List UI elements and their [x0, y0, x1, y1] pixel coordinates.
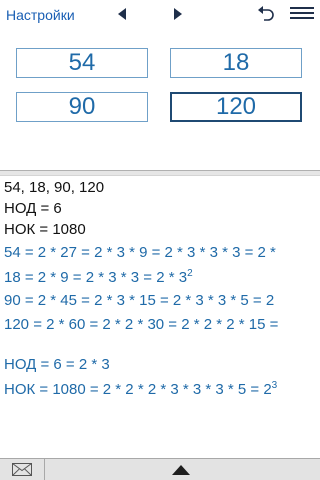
lcm-factorization-exponent: 3 [271, 380, 278, 391]
factorization-54: 54 = 2 * 27 = 2 * 3 * 9 = 2 * 3 * 3 * 3 … [4, 244, 276, 261]
undo-icon[interactable] [256, 5, 276, 23]
number-field-2-value: 18 [222, 49, 250, 76]
number-field-4-value: 120 [215, 93, 257, 120]
settings-link[interactable]: Настройки [6, 7, 75, 23]
number-field-3-value: 90 [68, 93, 96, 120]
lcm-factorization-text: НОК = 1080 = 2 * 2 * 2 * 3 * 3 * 3 * 5 =… [4, 381, 272, 398]
result-gcd: НОД = 6 [4, 200, 62, 217]
result-lcm: НОК = 1080 [4, 221, 86, 238]
menu-icon[interactable] [290, 6, 314, 20]
factorization-18-exponent: 2 [187, 268, 193, 279]
factorization-120: 120 = 2 * 60 = 2 * 2 * 30 = 2 * 2 * 2 * … [4, 316, 279, 333]
top-toolbar: Настройки [0, 0, 320, 34]
number-field-3[interactable]: 90 [16, 92, 148, 122]
prev-arrow-icon[interactable] [114, 6, 132, 22]
results-panel[interactable]: 54, 18, 90, 120 НОД = 6 НОК = 1080 54 = … [0, 176, 320, 456]
mail-icon [12, 463, 32, 476]
next-arrow-icon[interactable] [168, 6, 186, 22]
mail-button[interactable] [0, 459, 45, 480]
number-field-1[interactable]: 54 [16, 48, 148, 78]
expand-up-icon[interactable] [172, 465, 190, 475]
factorization-90: 90 = 2 * 45 = 2 * 3 * 15 = 2 * 3 * 3 * 5… [4, 292, 275, 309]
bottom-toolbar [0, 458, 320, 480]
number-field-4[interactable]: 120 [170, 92, 302, 122]
factorization-18: 18 = 2 * 9 = 2 * 3 * 3 = 2 * 32 [4, 268, 193, 286]
number-field-2[interactable]: 18 [170, 48, 302, 78]
factorization-18-text: 18 = 2 * 9 = 2 * 3 * 3 = 2 * 3 [4, 269, 188, 286]
number-inputs-panel: 54 18 90 120 [0, 34, 320, 170]
lcm-factorization: НОК = 1080 = 2 * 2 * 2 * 3 * 3 * 3 * 5 =… [4, 380, 277, 398]
result-numbers: 54, 18, 90, 120 [4, 179, 105, 196]
number-field-1-value: 54 [68, 49, 96, 76]
gcd-factorization: НОД = 6 = 2 * 3 [4, 356, 110, 373]
